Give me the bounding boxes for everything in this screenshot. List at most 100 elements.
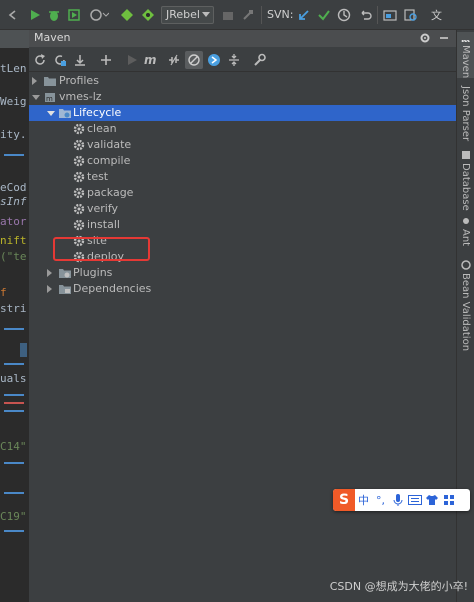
jrebel-select[interactable]: JRebel: [161, 6, 214, 24]
project-structure-icon[interactable]: [382, 5, 398, 25]
gear-icon: [72, 154, 86, 168]
microphone-icon[interactable]: [389, 489, 406, 511]
reload-icon[interactable]: [31, 51, 49, 69]
ime-mode-chinese[interactable]: 中: [355, 489, 372, 511]
maven-icon: m: [461, 38, 470, 42]
code-line: sInf: [0, 195, 27, 208]
svn-update-icon[interactable]: [296, 5, 312, 25]
tab-ant[interactable]: Ant: [457, 216, 474, 266]
chevron-right-icon[interactable]: [32, 77, 37, 85]
revert-icon[interactable]: [357, 5, 373, 25]
chevron-down-icon: [202, 12, 210, 17]
tree-item-project[interactable]: m vmes-lz: [29, 89, 456, 105]
chevron-right-icon[interactable]: [47, 285, 52, 293]
maven-goal-icon[interactable]: m: [143, 51, 161, 69]
goal-label: test: [87, 170, 109, 183]
sogou-logo[interactable]: S: [333, 489, 355, 511]
tree-item-label: Dependencies: [73, 282, 152, 295]
tab-bean-validation[interactable]: Bean Validation: [457, 260, 474, 370]
goal-label: verify: [87, 202, 119, 215]
download-icon[interactable]: [71, 51, 89, 69]
show-dependencies-icon[interactable]: [205, 51, 223, 69]
build-icon[interactable]: [220, 5, 236, 25]
gear-icon: [72, 202, 86, 216]
dependencies-folder-icon: [58, 282, 72, 296]
jrebel-run-icon[interactable]: [119, 5, 135, 25]
grid-icon[interactable]: [440, 489, 457, 511]
goal-label: compile: [87, 154, 131, 167]
keyboard-icon[interactable]: [406, 489, 423, 511]
goal-package[interactable]: package: [29, 185, 456, 201]
translate-icon[interactable]: 文: [430, 5, 448, 25]
ime-punctuation[interactable]: °,: [372, 489, 389, 511]
watermark: CSDN @想成为大佬的小卒!: [329, 580, 468, 593]
tab-maven[interactable]: m Maven: [457, 32, 474, 78]
code-line: ("te: [0, 250, 27, 263]
run-icon[interactable]: [27, 5, 43, 25]
editor-tab[interactable]: [0, 30, 29, 48]
svg-text:m: m: [461, 38, 470, 42]
goal-install[interactable]: install: [29, 217, 456, 233]
goal-validate[interactable]: validate: [29, 137, 456, 153]
code-line: nift: [0, 234, 27, 247]
chevron-right-icon[interactable]: [47, 269, 52, 277]
run-icon[interactable]: [123, 51, 141, 69]
stop-icon[interactable]: [240, 5, 256, 25]
tree-item-label: Lifecycle: [73, 106, 122, 119]
goal-compile[interactable]: compile: [29, 153, 456, 169]
collapse-all-icon[interactable]: [225, 51, 243, 69]
chevron-down-icon[interactable]: [32, 95, 40, 100]
back-icon[interactable]: [4, 5, 22, 25]
right-tool-strip: m Maven Json Parser Database Ant Bean Va…: [456, 30, 474, 602]
tree-item-lifecycle[interactable]: Lifecycle: [29, 105, 456, 121]
goal-label: install: [87, 218, 120, 231]
maven-tool-window: Maven m Profiles m vmes-lz Lifecycle cle…: [29, 30, 456, 602]
settings-wrench-icon[interactable]: [250, 51, 268, 69]
folder-icon: [43, 74, 57, 88]
change-marker: [4, 410, 24, 412]
code-line: eCod: [0, 181, 27, 194]
ime-toolbar[interactable]: S 中 °,: [333, 489, 470, 511]
tree-item-profiles[interactable]: Profiles: [29, 73, 456, 89]
profile-icon[interactable]: [88, 5, 110, 25]
fold-marker: [20, 343, 27, 357]
change-marker: [4, 328, 24, 330]
search-icon[interactable]: [403, 5, 419, 25]
maven-module-icon: m: [43, 90, 57, 104]
maven-header: Maven: [29, 30, 456, 47]
lifecycle-folder-icon: [58, 106, 72, 120]
minimize-icon[interactable]: [436, 30, 452, 46]
debug-icon[interactable]: [46, 5, 62, 25]
coverage-icon[interactable]: [66, 5, 82, 25]
svn-commit-icon[interactable]: [316, 5, 332, 25]
reimport-icon[interactable]: [51, 51, 69, 69]
code-editor[interactable]: tLen Weig ity. eCod sInf ator nift ("te …: [0, 30, 29, 602]
skip-tests-icon[interactable]: [185, 51, 203, 69]
change-marker: [4, 363, 24, 365]
change-marker: [4, 462, 24, 464]
tab-label: Maven: [460, 44, 471, 78]
goal-test[interactable]: test: [29, 169, 456, 185]
change-marker: [4, 492, 24, 494]
error-marker: [4, 402, 24, 404]
gear-icon[interactable]: [417, 30, 433, 46]
chevron-down-icon[interactable]: [47, 111, 55, 116]
goal-verify[interactable]: verify: [29, 201, 456, 217]
add-icon[interactable]: [97, 51, 115, 69]
history-icon[interactable]: [336, 5, 352, 25]
svg-text:m: m: [144, 53, 157, 67]
gear-icon: [72, 170, 86, 184]
tree-item-dependencies[interactable]: Dependencies: [29, 281, 456, 297]
shirt-icon[interactable]: [423, 489, 440, 511]
change-marker: [4, 154, 24, 156]
code-line: uals: [0, 372, 27, 385]
toggle-offline-icon[interactable]: [165, 51, 183, 69]
tree-item-plugins[interactable]: Plugins: [29, 265, 456, 281]
code-line: tLen: [0, 62, 27, 75]
code-line: ator: [0, 215, 27, 228]
jrebel-debug-icon[interactable]: [140, 5, 156, 25]
code-line: ity.: [0, 128, 27, 141]
goal-clean[interactable]: clean: [29, 121, 456, 137]
code-line: f: [0, 286, 7, 299]
bean-validation-icon: [460, 260, 471, 270]
